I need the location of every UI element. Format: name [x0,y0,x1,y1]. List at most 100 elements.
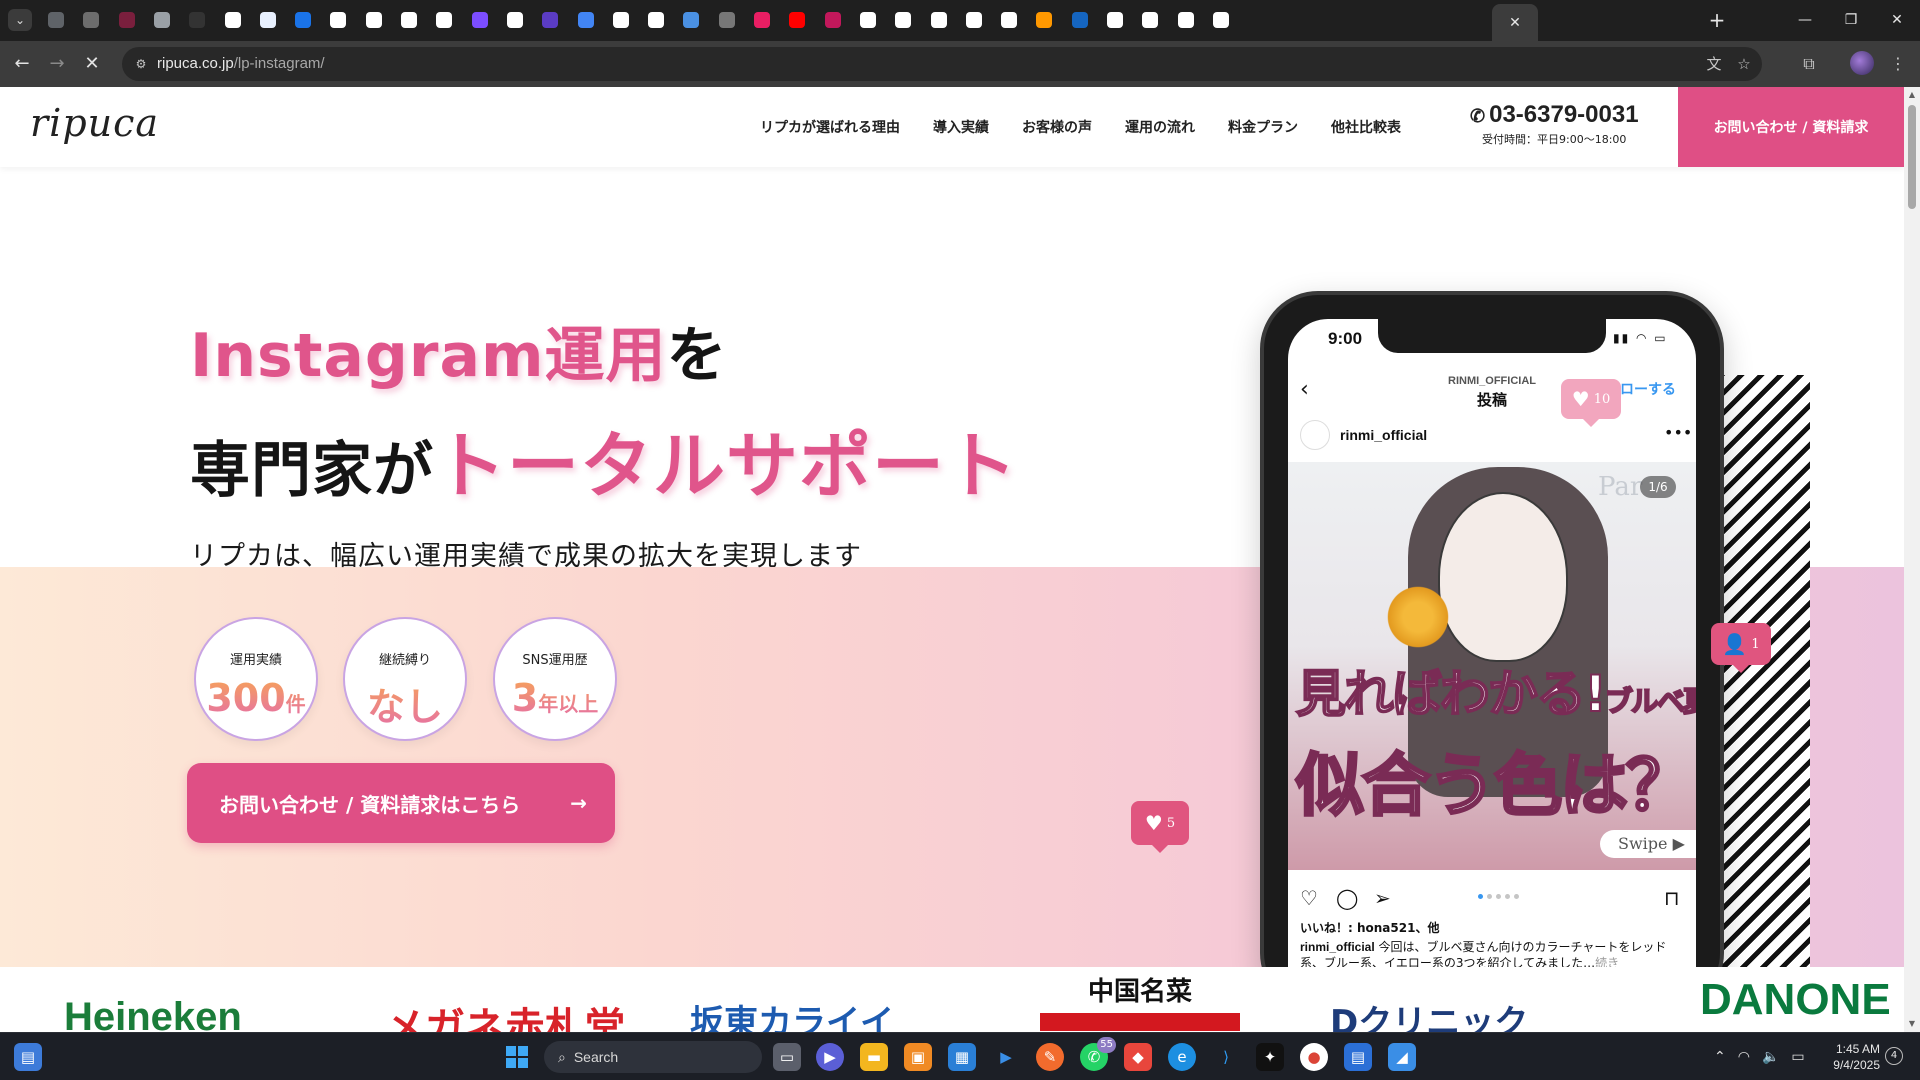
nav-item-flow[interactable]: 運用の流れ [1125,117,1195,137]
tab-favicon-icon [436,12,453,28]
image-headline2: 似合う色は？ [1294,746,1695,828]
pinned-tab[interactable] [255,8,281,32]
url-text[interactable]: ripuca.co.jp/lp-instagram/ [157,55,325,72]
profile-avatar[interactable] [1850,51,1874,75]
phone-number[interactable]: 03-6379-0031 [1489,101,1638,128]
pinned-tab[interactable] [996,8,1022,32]
task-view-icon[interactable]: ▭ [773,1043,801,1071]
microsoft-store-icon[interactable]: ▦ [948,1043,976,1071]
vscode-icon[interactable]: ⟩ [1212,1043,1240,1071]
taskbar-clock[interactable]: 1:45 AM 9/4/2025 [1820,1041,1880,1073]
pinned-tab[interactable] [502,8,528,32]
pinned-tab[interactable] [537,8,563,32]
pinned-tab[interactable] [1102,8,1128,32]
pinned-tab[interactable] [784,8,810,32]
extensions-icon[interactable]: ⧉ [1797,52,1821,76]
pinned-tab[interactable] [608,8,634,32]
maximize-button[interactable]: ❐ [1836,8,1866,32]
nav-item-cases[interactable]: 導入実績 [933,117,989,137]
pinned-tab[interactable] [573,8,599,32]
phone-contact[interactable]: ✆ 03-6379-0031 受付時間：平日9:00〜18:00 [1470,101,1650,147]
close-window-button[interactable]: ✕ [1882,8,1912,32]
pinned-tab[interactable] [714,8,740,32]
phone-notch [1378,319,1606,353]
pinned-tab[interactable] [431,8,457,32]
site-info-icon[interactable]: ⚙ [132,55,150,73]
file-explorer-icon[interactable]: ▬ [860,1043,888,1071]
pinned-tab[interactable] [43,8,69,32]
like-notification-top: ♥ 10 [1561,379,1621,427]
scrollbar-thumb[interactable] [1908,105,1916,209]
page-scrollbar[interactable]: ▲ ▼ [1904,87,1920,1032]
tab-favicon-icon [48,12,64,28]
pinned-tab[interactable] [78,8,104,32]
new-tab-button[interactable]: + [1705,8,1729,32]
back-button[interactable]: ← [10,52,34,76]
translate-icon[interactable]: 文 [1704,54,1724,74]
nav-item-voices[interactable]: お客様の声 [1022,117,1092,137]
pinned-tab[interactable] [926,8,952,32]
chrome-icon[interactable]: ● [1300,1043,1328,1071]
pinned-tab[interactable] [290,8,316,32]
pinned-tab[interactable] [961,8,987,32]
browser-menu-icon[interactable]: ⋮ [1886,52,1910,76]
hero-contact-button[interactable]: お問い合わせ / 資料請求はこちら → [187,763,615,843]
pinned-tab[interactable] [396,8,422,32]
pinned-tab[interactable] [855,8,881,32]
whatsapp-badge: 55 [1097,1037,1116,1053]
tab-favicon-icon [718,12,735,28]
notification-badge[interactable]: 4 [1885,1047,1903,1065]
nav-item-comparison[interactable]: 他社比較表 [1331,117,1401,137]
pinned-tab[interactable] [643,8,669,32]
notepad-icon[interactable]: ▤ [1344,1043,1372,1071]
forward-button[interactable]: → [45,52,69,76]
app-dark-icon[interactable]: ✦ [1256,1043,1284,1071]
bookmark-star-icon[interactable]: ☆ [1734,54,1754,74]
pinned-tab[interactable] [1067,8,1093,32]
start-windows-icon[interactable] [503,1043,531,1071]
site-logo[interactable]: ripuca [30,101,159,145]
whatsapp-icon[interactable]: ✆ 55 [1080,1037,1116,1071]
tab-favicon-icon [1107,12,1123,28]
teams-icon[interactable]: ▶ [816,1043,844,1071]
active-tab[interactable]: ✕ [1492,4,1538,41]
pinned-tab[interactable] [678,8,704,32]
nav-item-pricing[interactable]: 料金プラン [1228,117,1298,137]
anydesk-icon[interactable]: ◆ [1124,1043,1152,1071]
pinned-tab[interactable] [890,8,916,32]
pinned-tab[interactable] [149,8,175,32]
pinned-tab[interactable] [1173,8,1199,32]
share-icon: ➢ [1374,886,1391,910]
pinned-tab[interactable] [820,8,846,32]
taskbar-search[interactable]: ⌕ Search [544,1041,762,1073]
chevron-up-icon: ⌃ [1714,1049,1726,1065]
app-blue-icon[interactable]: ◢ [1388,1043,1416,1071]
pinned-tab[interactable] [325,8,351,32]
pinned-tab[interactable] [184,8,210,32]
tab-search-button[interactable]: ⌄ [8,9,32,31]
nav-item-reasons[interactable]: リプカが選ばれる理由 [760,117,900,137]
widgets-icon[interactable]: ▤ [14,1043,42,1071]
pinned-tab[interactable] [114,8,140,32]
minimize-button[interactable]: — [1790,8,1820,32]
pinned-tab[interactable] [1031,8,1057,32]
pinned-tab[interactable] [220,8,246,32]
header-contact-button[interactable]: お問い合わせ / 資料請求 [1678,87,1904,167]
power-automate-icon[interactable]: ▶ [992,1043,1020,1071]
edge-icon[interactable]: e [1168,1043,1196,1071]
stop-loading-button[interactable]: ✕ [80,52,104,76]
pinned-tab[interactable] [1137,8,1163,32]
tab-favicon-icon [365,12,382,28]
close-tab-icon[interactable]: ✕ [1509,15,1521,31]
volume-icon: 🔈 [1761,1049,1780,1065]
pinned-tab[interactable] [1208,8,1234,32]
app-pen-icon[interactable]: ✎ [1036,1043,1064,1071]
app-orange-icon[interactable]: ▣ [904,1043,932,1071]
business-hours: 受付時間：平日9:00〜18:00 [1482,133,1627,146]
pinned-tab[interactable] [361,8,387,32]
system-tray[interactable]: ⌃ ◠ 🔈 ▭ [1714,1041,1805,1073]
address-bar[interactable]: ⚙ ripuca.co.jp/lp-instagram/ 文 ☆ [122,47,1762,81]
pinned-tab[interactable] [467,8,493,32]
pinned-tab[interactable] [749,8,775,32]
illustration-flower [1383,582,1453,652]
